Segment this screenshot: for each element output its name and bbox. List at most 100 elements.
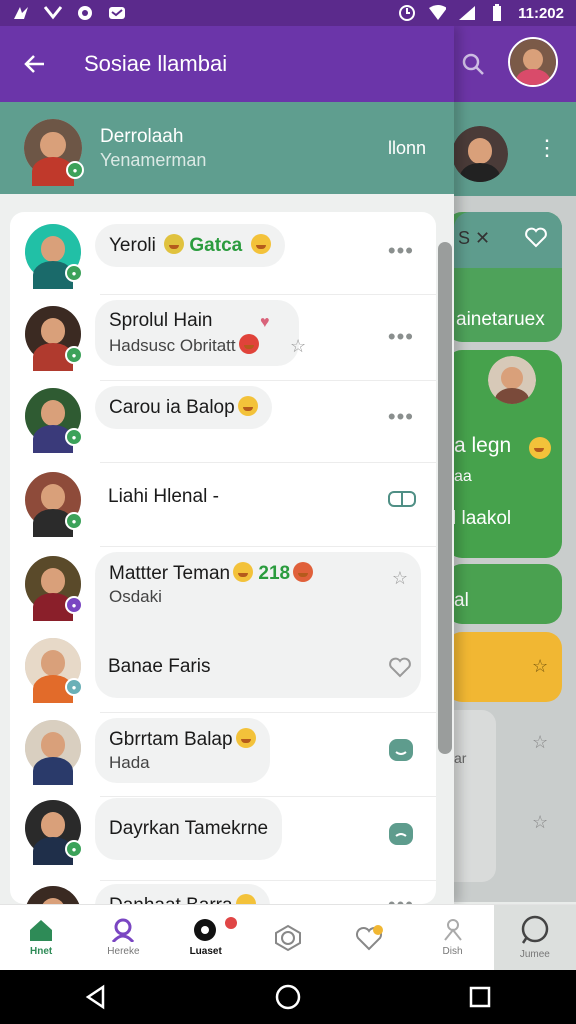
contact-avatar: ● (25, 224, 83, 289)
overflow-menu-icon[interactable]: ⋮ (536, 137, 558, 159)
search-icon (521, 915, 549, 944)
contact-message: Hada (109, 753, 150, 772)
contact-bubble: Gbrrtam Balap Hada (95, 718, 270, 783)
nav-label: Dish (442, 946, 463, 957)
contact-message: Osdaki (109, 587, 162, 606)
system-home-button[interactable] (268, 977, 308, 1017)
more-options-icon[interactable]: ••• (388, 324, 414, 350)
profile-avatar[interactable]: ● (24, 119, 84, 187)
list-item[interactable]: ● Liahi Hlenal - (10, 468, 436, 552)
contact-avatar: ● (25, 306, 83, 371)
wifi-icon (428, 5, 447, 21)
background-card-text: ar (454, 750, 467, 766)
list-item[interactable]: ● Banae Faris (10, 632, 436, 716)
divider (100, 380, 436, 381)
contact-avatar: ● (25, 388, 83, 453)
nav-label: Hnet (30, 946, 53, 957)
contact-name: Dayrkan Tamekrne (109, 818, 269, 839)
signal-icon (458, 5, 476, 21)
nav-home[interactable]: Hnet (0, 905, 82, 970)
recents-square-icon (469, 986, 491, 1008)
back-triangle-icon (85, 984, 105, 1010)
system-navigation (0, 970, 576, 1024)
status-time: 11:202 (518, 4, 564, 22)
chat-icon[interactable] (388, 822, 414, 845)
more-options-icon[interactable]: ••• (388, 892, 414, 904)
nav-people[interactable]: Dish (411, 905, 493, 970)
profile-subtitle: Yenamerman (100, 149, 207, 170)
account-avatar[interactable] (508, 37, 558, 87)
contact-tag: Gatca (189, 235, 243, 256)
contact-avatar: ● (25, 472, 83, 537)
star-icon[interactable]: ☆ (290, 336, 306, 357)
nav-search[interactable]: Jumee (493, 905, 576, 970)
notification-badge (224, 917, 237, 929)
nav-favorites[interactable] (329, 905, 411, 970)
nav-label: Hereke (107, 946, 140, 957)
contact-name: Carou ia Balop (109, 397, 235, 418)
contact-message: Hadsusc Obritatt (109, 336, 236, 355)
online-badge-icon: ● (65, 264, 83, 282)
contact-name: Mattter Teman (109, 563, 231, 584)
heart-outline-icon[interactable] (388, 656, 414, 678)
background-card-text: al (454, 590, 469, 611)
background-card-avatar (488, 356, 536, 404)
emoji-icon (293, 562, 314, 582)
list-item[interactable]: ● Dayrkan Tamekrne (10, 798, 436, 882)
list-item[interactable]: Gbrrtam Balap Hada (10, 716, 436, 800)
smile-emoji-icon (235, 894, 256, 904)
profile-action[interactable]: llonn (388, 138, 426, 159)
list-item[interactable]: ● Mattter Teman 218 Osdaki ☆ (10, 550, 436, 698)
list-item[interactable]: ● Yeroli Gatca ••• (10, 212, 436, 296)
more-options-icon[interactable]: ••• (388, 404, 414, 430)
profile-section[interactable]: ● Derrolaah Yenamerman llonn (0, 102, 454, 194)
divider (100, 462, 436, 463)
contact-name: Yeroli (109, 235, 156, 256)
drawer-title: Sosiae llambai (84, 51, 228, 76)
drawer-header: Sosiae llambai (0, 26, 454, 102)
bottom-navigation: Hnet Hereke Luaset Dish Jumee (0, 904, 576, 970)
smile-emoji-icon (250, 234, 271, 254)
mail-icon (44, 5, 62, 21)
status-bar: 11:202 (0, 0, 576, 26)
nav-label: Luaset (189, 946, 222, 957)
system-recents-button[interactable] (460, 977, 500, 1017)
contact-bubble: Dayrkan Tamekrne (95, 798, 283, 860)
heart-badge-icon (356, 924, 384, 950)
contact-list: ● Yeroli Gatca ••• ● Sprolul Hain Hadsus… (10, 212, 436, 904)
chat-bubble-icon (193, 919, 216, 941)
back-button[interactable] (20, 49, 50, 79)
nav-profile[interactable]: Hereke (82, 905, 164, 970)
profile-name: Derrolaah (100, 125, 184, 147)
contact-avatar: ● (25, 800, 83, 865)
list-item[interactable]: Danhaat Barra ••• (10, 884, 436, 904)
star-icon: ☆ (532, 656, 549, 676)
list-item[interactable]: ● Carou ia Balop ••• (10, 384, 436, 468)
smile-emoji-icon (233, 562, 254, 582)
contact-name: Banae Faris (108, 656, 211, 677)
person-icon (443, 919, 462, 941)
contact-bubble: Sprolul Hain Hadsusc Obritatt (95, 300, 299, 366)
star-icon[interactable]: ☆ (392, 568, 408, 589)
contact-avatar: ● (25, 638, 83, 703)
star-icon: ☆ (532, 812, 549, 832)
nav-messages[interactable]: Luaset (165, 905, 247, 970)
smile-emoji-icon (235, 728, 256, 748)
search-icon[interactable] (460, 52, 486, 83)
scrollbar[interactable] (438, 242, 452, 754)
online-badge-icon: ● (66, 161, 84, 179)
contact-name: Danhaat Barra (109, 895, 233, 904)
profile-icon (112, 918, 135, 942)
toggle-icon[interactable] (388, 490, 416, 512)
star-icon: ☆ (532, 732, 549, 752)
app-screen: 11:202 ⋮ S ✕ ainetaruex a legn aa l laak… (0, 0, 576, 1024)
more-options-icon[interactable]: ••• (388, 238, 414, 264)
divider (100, 712, 436, 713)
contact-name: Gbrrtam Balap (109, 729, 233, 750)
list-item[interactable]: ● Sprolul Hain Hadsusc Obritatt ♥ ☆ ••• (10, 298, 436, 382)
nav-camera[interactable] (247, 905, 329, 970)
contact-count: 218 (258, 563, 291, 584)
emoji-icon (238, 334, 259, 354)
system-back-button[interactable] (76, 977, 116, 1017)
chat-icon[interactable] (388, 738, 414, 761)
